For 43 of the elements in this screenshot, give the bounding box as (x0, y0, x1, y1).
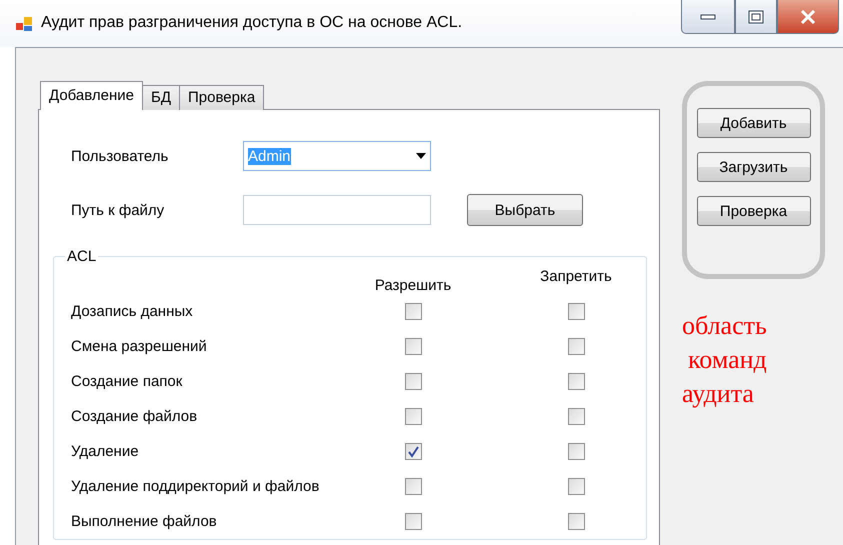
checkbox[interactable] (568, 478, 584, 495)
column-header: Разрешить (374, 277, 452, 294)
permission-label: Дозапись данных (71, 303, 194, 320)
field-label: Пользователь (70, 148, 170, 164)
checkbox[interactable] (404, 303, 422, 320)
checkbox[interactable] (404, 478, 422, 495)
checkbox[interactable] (568, 443, 584, 460)
maximize-icon[interactable] (735, 0, 777, 34)
annotation-text: аудита (682, 378, 755, 410)
browse-button[interactable]: Выбрать (467, 194, 583, 226)
checkbox[interactable] (568, 338, 584, 355)
permission-label: Удаление (71, 443, 140, 460)
permission-label: Выполнение файлов (71, 513, 218, 530)
checkbox[interactable] (404, 513, 422, 530)
checkbox[interactable] (568, 303, 584, 320)
column-header: Запретить (540, 268, 612, 285)
minimize-icon[interactable] (681, 0, 735, 34)
group-title: ACL (66, 248, 98, 265)
command-button[interactable]: Проверка (696, 196, 810, 226)
checkbox[interactable] (568, 408, 584, 425)
checkbox[interactable] (568, 373, 584, 390)
path-input[interactable] (243, 195, 431, 225)
tab[interactable]: БД (142, 85, 180, 110)
command-button[interactable]: Загрузить (696, 152, 810, 182)
permission-label: Создание папок (71, 373, 184, 390)
permission-label: Создание файлов (71, 408, 198, 425)
annotation-text: область (682, 310, 768, 342)
dropdown-arrow-icon (416, 153, 426, 159)
permission-label: Удаление поддиректорий и файлов (71, 478, 320, 495)
command-button[interactable]: Добавить (696, 108, 810, 138)
window-title: Аудит прав разграничения доступа в ОС на основе ACL. (41, 14, 462, 32)
tab[interactable]: Проверка (179, 85, 264, 110)
field-label: Путь к файлу (70, 202, 166, 218)
checkbox[interactable] (404, 338, 422, 355)
app-icon (15, 15, 33, 33)
tab[interactable]: Добавление (40, 81, 143, 110)
annotation-text: команд (687, 344, 768, 376)
checkbox[interactable] (568, 513, 584, 530)
checkbox[interactable] (404, 443, 422, 460)
close-icon[interactable] (777, 0, 839, 34)
checkbox[interactable] (404, 408, 422, 425)
permission-label: Смена разрешений (71, 338, 208, 355)
checkbox[interactable] (404, 373, 422, 390)
